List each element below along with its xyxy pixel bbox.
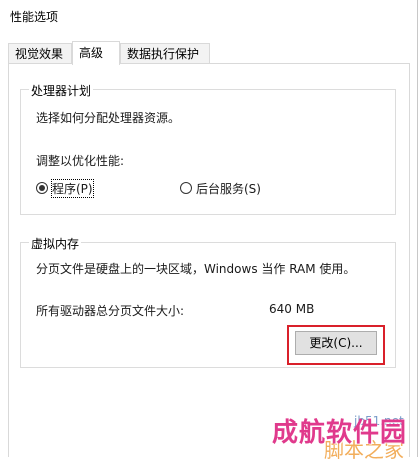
tab-data-execution-prevention[interactable]: 数据执行保护: [120, 43, 210, 63]
tab-strip: 视觉效果 高级 数据执行保护: [8, 41, 410, 65]
total-paging-file-value: 640 MB: [269, 302, 315, 316]
radio-background-services-label[interactable]: 后台服务(S): [196, 180, 261, 197]
virtual-memory-legend: 虚拟内存: [29, 235, 82, 252]
total-paging-file-label: 所有驱动器总分页文件大小:: [36, 304, 185, 318]
window-title: 性能选项: [10, 10, 59, 24]
paging-file-description: 分页文件是硬盘上的一块区域，Windows 当作 RAM 使用。: [36, 262, 356, 276]
radio-programs-indicator[interactable]: [36, 182, 48, 194]
watermark: jb51.net 脚本之家 成航软件园: [272, 412, 418, 462]
radio-programs[interactable]: 程序(P): [36, 178, 94, 198]
adjust-performance-label: 调整以优化性能:: [36, 154, 125, 168]
title-bar[interactable]: 性能选项: [0, 0, 417, 32]
change-button[interactable]: 更改(C)...: [295, 331, 377, 355]
watermark-logo-text: 成航软件园: [272, 418, 408, 448]
radio-background-services[interactable]: 后台服务(S): [180, 180, 261, 196]
tab-advanced[interactable]: 高级: [72, 41, 120, 65]
radio-background-services-indicator[interactable]: [180, 182, 192, 194]
performance-options-window: 性能选项 视觉效果 高级 数据执行保护 处理器计划 选择如何分配处理器资源。 调…: [0, 0, 418, 462]
processor-scheduling-description: 选择如何分配处理器资源。: [36, 111, 181, 125]
processor-scheduling-legend: 处理器计划: [29, 82, 94, 99]
tab-visual-effects[interactable]: 视觉效果: [8, 43, 72, 63]
radio-programs-label[interactable]: 程序(P): [51, 178, 94, 198]
